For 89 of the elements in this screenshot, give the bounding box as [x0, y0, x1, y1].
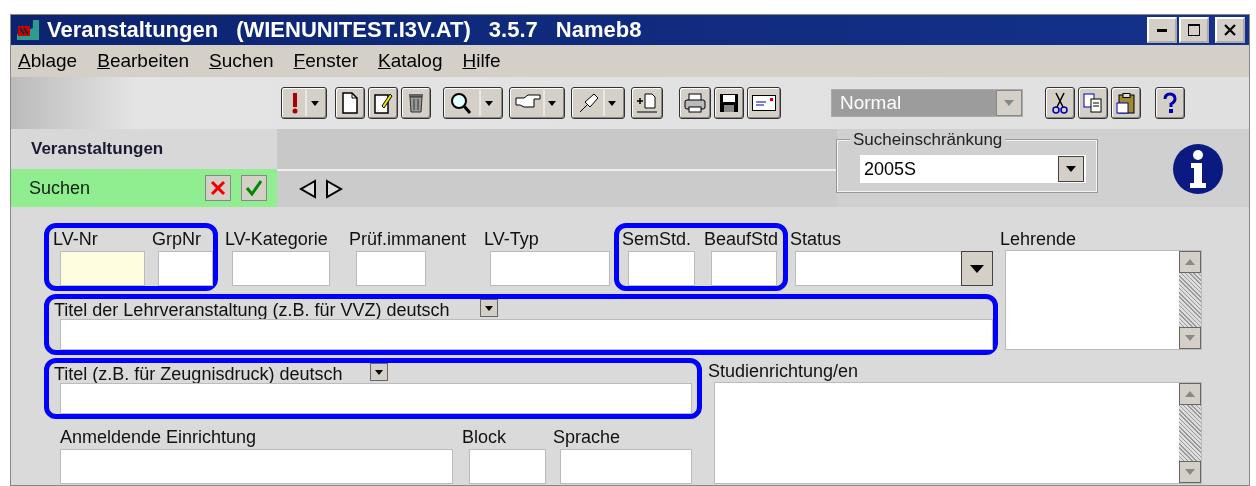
- maximize-icon: [1188, 24, 1200, 36]
- help-button[interactable]: [1155, 87, 1185, 119]
- clipboard-icon: [1116, 92, 1136, 114]
- field-label: LV-Typ: [484, 228, 539, 250]
- copy-icon: [1083, 93, 1103, 113]
- field-label: LV-Nr: [53, 228, 98, 250]
- field-label: Lehrende: [1000, 228, 1077, 250]
- field-label: Titel der Lehrveranstaltung (z.B. für VVZ) deutsch: [54, 299, 450, 321]
- previous-icon[interactable]: [299, 179, 317, 199]
- document-icon: [342, 92, 358, 114]
- envelope-icon: [752, 95, 776, 111]
- caret-icon: [484, 305, 493, 311]
- menu-item[interactable]: Fenster: [293, 50, 358, 72]
- window-title: Nameb8: [555, 17, 642, 43]
- field-label: Titel (z.B. für Zeugnisdruck) deutsch: [54, 363, 343, 385]
- dropdown-button[interactable]: [479, 299, 498, 317]
- input-field[interactable]: [60, 319, 993, 350]
- info-icon[interactable]: [1172, 143, 1224, 195]
- dropdown-button[interactable]: [370, 363, 389, 381]
- printer-icon: [684, 93, 706, 113]
- input-field[interactable]: [711, 251, 777, 286]
- app-logo-icon: [15, 18, 41, 42]
- confirm-button[interactable]: [241, 175, 267, 201]
- field-label: SemStd.: [622, 228, 692, 250]
- help-icon: [1163, 92, 1177, 114]
- save-button[interactable]: [714, 87, 744, 119]
- input-field[interactable]: [560, 449, 692, 484]
- print-button[interactable]: [679, 87, 711, 119]
- panel-title: Veranstaltungen: [11, 129, 277, 169]
- cut-button[interactable]: [1045, 87, 1075, 119]
- field-label: Sprache: [553, 426, 621, 448]
- list-box[interactable]: [1005, 250, 1202, 350]
- menu-item[interactable]: Hilfe: [462, 50, 501, 72]
- input-field[interactable]: [469, 449, 546, 484]
- trash-icon: [408, 93, 424, 113]
- field-label: GrpNr: [152, 228, 201, 250]
- delete-button[interactable]: [401, 87, 431, 119]
- input-field[interactable]: [232, 251, 330, 286]
- field-label: Studienrichtung/en: [708, 360, 859, 382]
- field-label: Status: [790, 228, 842, 250]
- close-icon: [1224, 24, 1236, 36]
- input-field[interactable]: [60, 251, 145, 286]
- minimize-icon: [1157, 28, 1167, 32]
- window-title: (WIENUNITEST.I3V.AT): [236, 17, 471, 43]
- input-field[interactable]: [356, 251, 426, 286]
- input-field[interactable]: [490, 251, 610, 286]
- field-label: LV-Kategorie: [225, 228, 328, 250]
- caret-icon: [1004, 100, 1014, 106]
- menu-item[interactable]: Katalog: [378, 50, 443, 72]
- mail-button[interactable]: [747, 87, 781, 119]
- scissors-icon: [1051, 91, 1069, 115]
- field-label: BeaufStd: [704, 228, 779, 250]
- input-field[interactable]: [158, 251, 213, 286]
- input-field[interactable]: [60, 383, 692, 414]
- mode-label: Suchen: [29, 177, 92, 199]
- input-field[interactable]: [60, 449, 453, 484]
- edit-document-button[interactable]: [368, 87, 398, 119]
- menu-item[interactable]: Bearbeiten: [97, 50, 190, 72]
- field-label: Prüf.immanent: [349, 228, 467, 250]
- new-document-button[interactable]: [335, 87, 365, 119]
- edit-document-icon: [373, 92, 393, 114]
- field-label: Anmeldende Einrichtung: [60, 426, 257, 448]
- paste-button[interactable]: [1111, 87, 1141, 119]
- pointing-hand-dropdown-button[interactable]: [509, 87, 565, 119]
- group-label: Sucheinschränkung: [850, 130, 1006, 150]
- copy-button[interactable]: [1078, 87, 1108, 119]
- maximize-button[interactable]: [1179, 17, 1209, 43]
- add-page-icon: [636, 93, 658, 113]
- window-title: 3.5.7: [488, 17, 538, 43]
- minimize-button[interactable]: [1147, 17, 1177, 43]
- pin-dropdown-button[interactable]: [571, 87, 625, 119]
- caret-icon: [970, 264, 984, 273]
- window-title: Veranstaltungen: [47, 17, 219, 43]
- cancel-button[interactable]: [205, 175, 231, 201]
- checkmark-icon: [246, 180, 262, 196]
- menu-item[interactable]: Suchen: [209, 50, 274, 72]
- input-field[interactable]: [628, 251, 695, 286]
- alert-dropdown-button[interactable]: [281, 87, 327, 119]
- caret-icon: [375, 369, 384, 375]
- search-dropdown-button[interactable]: [443, 87, 503, 119]
- caret-icon: [1066, 166, 1076, 172]
- status-select[interactable]: [795, 251, 993, 286]
- restriction-select[interactable]: 2005S: [860, 155, 1086, 183]
- close-icon: [210, 180, 226, 196]
- add-page-button[interactable]: [631, 87, 663, 119]
- next-icon[interactable]: [325, 179, 343, 199]
- menu-item[interactable]: Ablage: [18, 50, 78, 72]
- close-button[interactable]: [1215, 17, 1245, 43]
- field-label: Block: [462, 426, 506, 448]
